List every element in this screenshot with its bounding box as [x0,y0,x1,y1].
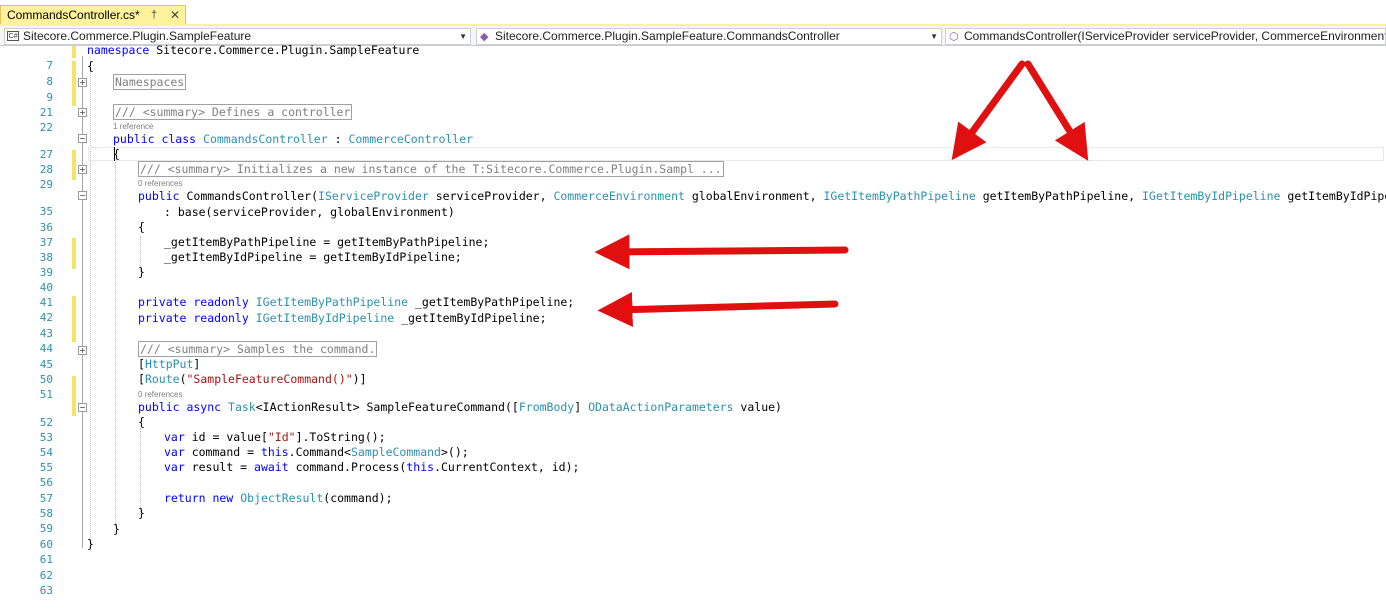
annotation-arrows [594,60,1089,328]
arrow-to-member-dropdown-right [1024,60,1089,161]
arrow-to-member-dropdown [951,60,1026,161]
arrow-to-constructor-assignments [594,234,849,270]
arrow-to-readonly-fields [597,292,839,328]
